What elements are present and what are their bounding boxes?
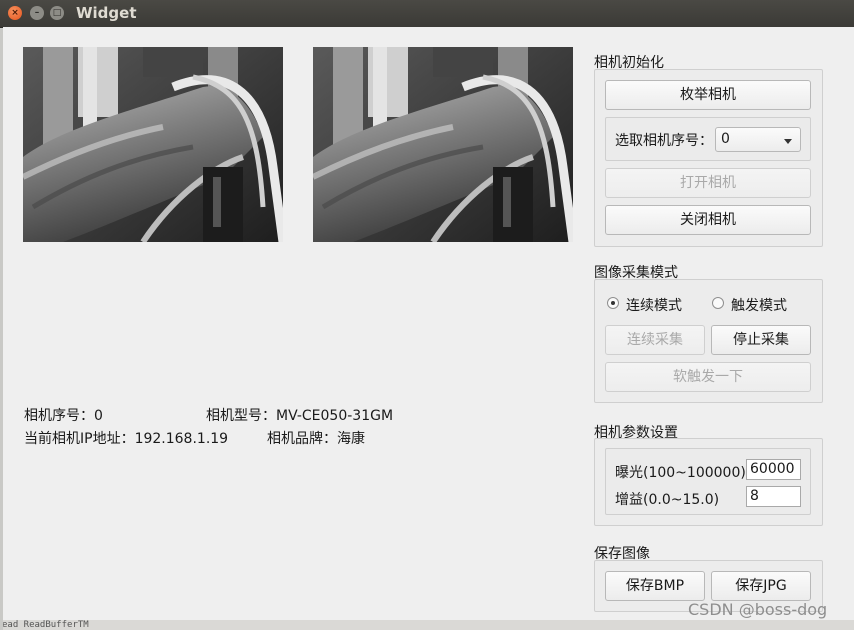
camera-index-select[interactable]: 0 [715, 127, 801, 152]
stop-capture-button[interactable]: 停止采集 [711, 325, 811, 355]
camera-model-label: 相机型号：MV-CE050-31GM [206, 408, 394, 424]
camera-view-left [23, 47, 283, 242]
exposure-input[interactable]: 60000 [746, 459, 801, 480]
chevron-down-icon [784, 139, 792, 144]
close-camera-button[interactable]: 关闭相机 [605, 205, 811, 235]
gain-input[interactable]: 8 [746, 486, 801, 507]
continuous-capture-button[interactable]: 连续采集 [605, 325, 705, 355]
trigger-mode-radio[interactable] [712, 297, 724, 309]
minimize-window-button[interactable]: – [30, 6, 44, 20]
camera-image-right [313, 47, 573, 242]
continuous-mode-label[interactable]: 连续模式 [626, 295, 682, 315]
watermark: CSDN @boss-dog [688, 600, 828, 619]
maximize-window-button[interactable]: □ [50, 6, 64, 20]
camera-image-left [23, 47, 283, 242]
soft-trigger-button[interactable]: 软触发一下 [605, 362, 811, 392]
camera-view-right [313, 47, 573, 242]
select-camera-label: 选取相机序号： [615, 133, 713, 149]
camera-index-label: 相机序号：0 [24, 408, 103, 424]
trigger-mode-label[interactable]: 触发模式 [731, 295, 787, 315]
enum-camera-button[interactable]: 枚举相机 [605, 80, 811, 110]
background-terminal-text: ead ReadBufferTM [2, 620, 89, 630]
camera-ip-label: 当前相机IP地址：192.168.1.19 [24, 431, 229, 447]
save-bmp-button[interactable]: 保存BMP [605, 571, 705, 601]
title-bar: × – □ Widget [0, 0, 854, 28]
open-camera-button[interactable]: 打开相机 [605, 168, 811, 198]
exposure-label: 曝光(100~100000) [615, 465, 746, 481]
gain-label: 增益(0.0~15.0) [615, 492, 720, 508]
background-strip [0, 620, 854, 630]
camera-brand-label: 相机品牌：海康 [267, 431, 365, 447]
continuous-mode-radio[interactable] [607, 297, 619, 309]
window-title: Widget [76, 4, 137, 22]
camera-index-select-value: 0 [721, 131, 730, 147]
close-window-button[interactable]: × [8, 6, 22, 20]
save-jpg-button[interactable]: 保存JPG [711, 571, 811, 601]
